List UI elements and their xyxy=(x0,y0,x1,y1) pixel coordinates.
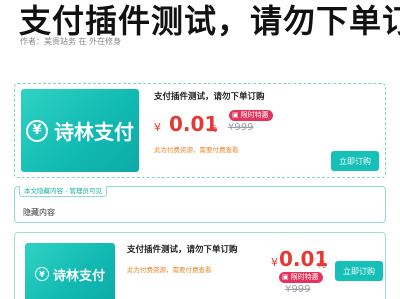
article-meta: 作者：美贵站务 在 外在修身 xyxy=(20,37,122,46)
hidden-content-text: 隐藏内容 xyxy=(23,208,55,217)
buy-button[interactable]: 立即订购 xyxy=(331,151,379,171)
original-price: ¥999 xyxy=(228,122,254,133)
product-card-1: ¥ 诗林支付 支付插件测试，请勿下单订购 ¥ 0.01 元 ▣ 限时特惠 ¥999… xyxy=(14,83,386,178)
page: 支付插件测试，请勿下单订购 作者：美贵站务 在 外在修身 ¥ 诗林支付 支付插件… xyxy=(0,0,400,299)
promo-badge-label-2: 限时特惠 xyxy=(290,273,319,281)
original-price-2: ¥999 xyxy=(285,284,311,295)
promo-badge: ▣ 限时特惠 xyxy=(229,110,273,121)
paid-note-2: 此为付费资源，需要付费查看 xyxy=(127,266,212,274)
promo-badge-2: ▣ 限时特惠 xyxy=(279,272,323,283)
hidden-content-tag: 本文隐藏内容 - 管理员可见 xyxy=(19,186,107,197)
currency-symbol-2: ¥ xyxy=(271,256,278,269)
product-card-2: ¥ 诗林支付 支付插件测试，请勿下单订购 此为付费资源，需要付费查看 ¥ 0.0… xyxy=(14,232,386,299)
currency-symbol: ¥ xyxy=(154,121,161,134)
logo-text: 诗林支付 xyxy=(54,120,134,144)
price-unit: 元 xyxy=(209,124,217,133)
product-title: 支付插件测试，请勿下单订购 xyxy=(154,92,265,102)
gift-icon: ▣ xyxy=(232,111,239,119)
buy-button-2[interactable]: 立即订购 xyxy=(335,261,383,281)
yen-circle-icon: ¥ xyxy=(34,267,49,281)
yen-circle-icon: ¥ xyxy=(26,119,48,142)
product-title-2: 支付插件测试，请勿下单订购 xyxy=(127,245,238,255)
paid-note: 此为付费资源，需要付费查看 xyxy=(154,146,239,154)
hidden-content-box: 本文隐藏内容 - 管理员可见 隐藏内容 xyxy=(14,186,386,223)
promo-badge-label: 限时特惠 xyxy=(240,111,269,119)
price-unit-2: 元 xyxy=(318,260,326,269)
logo-text: 诗林支付 xyxy=(52,268,105,284)
gift-icon: ▣ xyxy=(282,273,289,281)
product-logo-2: ¥ 诗林支付 xyxy=(25,243,115,299)
product-logo: ¥ 诗林支付 xyxy=(21,89,139,172)
